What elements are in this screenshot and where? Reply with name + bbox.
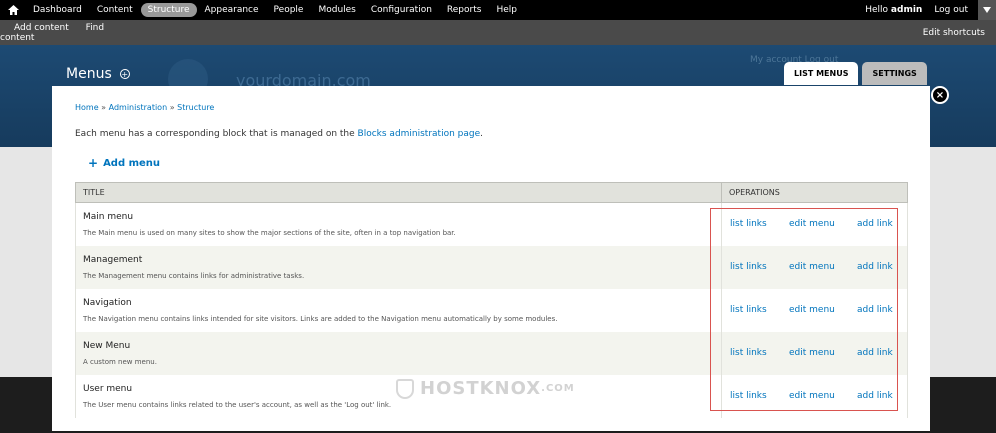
menu-name: Main menu — [83, 211, 134, 222]
edit-shortcuts-link[interactable]: Edit shortcuts — [923, 28, 985, 38]
column-header-operations: OPERATIONS — [721, 182, 908, 203]
breadcrumb: Home » Administration » Structure — [75, 103, 215, 112]
menu-title-cell: Navigation The Navigation menu contains l… — [75, 288, 722, 332]
shield-icon — [396, 378, 414, 399]
menu-title-cell: New Menu A custom new menu. — [75, 331, 722, 375]
plus-icon: + — [88, 156, 99, 170]
menu-name: Management — [83, 254, 143, 265]
toolbar-item-modules[interactable]: Modules — [311, 3, 362, 17]
highlight-box — [710, 208, 898, 411]
toolbar-item-configuration[interactable]: Configuration — [364, 3, 439, 17]
menu-title-cell: Main menu The Main menu is used on many s… — [75, 202, 722, 246]
menu-description: The Main menu is used on many sites to s… — [83, 228, 456, 237]
add-shortcut-icon[interactable]: + — [119, 69, 130, 79]
menu-description: The Navigation menu contains links inten… — [83, 314, 558, 323]
toolbar-item-reports[interactable]: Reports — [440, 3, 489, 17]
toolbar-item-people[interactable]: People — [267, 3, 311, 17]
column-header-title[interactable]: TITLE — [75, 182, 722, 203]
toolbar-toggle-icon[interactable] — [978, 0, 996, 20]
menu-name: New Menu — [83, 340, 131, 351]
tab-settings[interactable]: SETTINGS — [862, 62, 927, 85]
menu-title-cell: Management The Management menu contains l… — [75, 245, 722, 289]
watermark: HOSTKNOX .COM — [396, 378, 575, 399]
username[interactable]: admin — [891, 5, 922, 15]
toolbar-item-help[interactable]: Help — [489, 3, 524, 17]
primary-tabs: LIST MENUS SETTINGS — [784, 62, 931, 85]
shortcuts-bar: Add content Find content Edit shortcuts — [0, 20, 996, 45]
menu-name: Navigation — [83, 297, 132, 308]
user-greeting: Hello admin — [865, 5, 923, 15]
logout-link[interactable]: Log out — [934, 5, 968, 15]
menu-description: The User menu contains links related to … — [83, 400, 392, 409]
add-content-shortcut[interactable]: Add content — [14, 23, 69, 33]
toolbar-item-content[interactable]: Content — [90, 3, 140, 17]
blocks-admin-link[interactable]: Blocks administration page — [358, 129, 481, 139]
admin-toolbar: Dashboard Content Structure Appearance Peopl… — [0, 0, 996, 20]
menu-description: The Management menu contains links for a… — [83, 271, 305, 280]
page-description: Each menu has a corresponding block that… — [75, 129, 484, 139]
menu-description: A custom new menu. — [83, 357, 157, 366]
breadcrumb-home[interactable]: Home — [75, 103, 99, 112]
close-overlay-icon[interactable]: × — [931, 86, 949, 104]
toolbar-item-dashboard[interactable]: Dashboard — [26, 3, 89, 17]
home-icon[interactable] — [0, 0, 26, 20]
breadcrumb-administration[interactable]: Administration — [109, 103, 168, 112]
toolbar-item-appearance[interactable]: Appearance — [198, 3, 266, 17]
toolbar-menu: Dashboard Content Structure Appearance Peopl… — [26, 3, 525, 17]
toolbar-item-structure[interactable]: Structure — [140, 3, 197, 17]
tab-list-menus[interactable]: LIST MENUS — [784, 62, 859, 85]
page-title: Menus + — [66, 66, 130, 82]
breadcrumb-structure[interactable]: Structure — [177, 103, 214, 112]
add-menu-link[interactable]: + Add menu — [88, 156, 160, 170]
